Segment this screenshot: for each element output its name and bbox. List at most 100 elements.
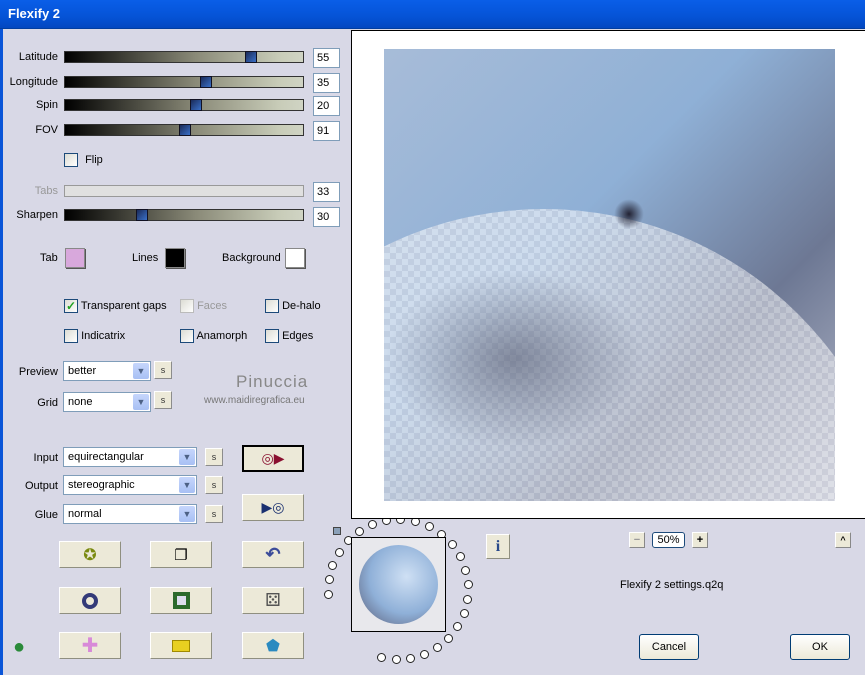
grid-select[interactable]: none ▼	[63, 392, 151, 412]
slider-thumb[interactable]	[245, 51, 258, 63]
grid-s-button[interactable]: s	[154, 391, 172, 409]
slider-thumb[interactable]	[135, 209, 148, 221]
spin-slider[interactable]	[64, 99, 304, 111]
edges-label: Edges	[282, 329, 314, 342]
lines-color-swatch[interactable]	[165, 248, 185, 268]
navigator-dot[interactable]	[420, 649, 430, 659]
cube-net-button[interactable]: ✚	[59, 632, 121, 659]
zoom-out-button[interactable]: −	[629, 532, 645, 548]
dehalo-label: De-halo	[282, 299, 321, 312]
spin-value[interactable]: 20	[313, 96, 340, 116]
chevron-down-icon: ▼	[133, 394, 149, 410]
navigator-dot[interactable]	[459, 608, 469, 618]
edges-checkbox[interactable]: Edges	[265, 329, 313, 343]
longitude-slider[interactable]	[64, 76, 304, 88]
indicatrix-checkbox[interactable]: Indicatrix	[64, 329, 125, 343]
fov-slider[interactable]	[64, 124, 304, 136]
input-select[interactable]: equirectangular ▼	[63, 447, 197, 467]
navigator-dot[interactable]	[377, 652, 387, 662]
navigator-thumbnail[interactable]	[351, 537, 446, 632]
slider-thumb[interactable]	[179, 124, 191, 136]
indicatrix-box[interactable]	[64, 329, 78, 343]
brick-button[interactable]	[150, 632, 212, 659]
navigator-dot[interactable]	[367, 520, 377, 530]
navigator-dot[interactable]	[424, 522, 434, 532]
title-bar: Flexify 2	[0, 0, 865, 29]
polyhedron-button[interactable]: ⬟	[242, 632, 304, 659]
flip-box[interactable]	[64, 153, 78, 167]
longitude-value[interactable]: 35	[313, 73, 340, 93]
random-button[interactable]: ⚄	[242, 587, 304, 614]
navigator-dot[interactable]	[463, 594, 473, 604]
glue-select[interactable]: normal ▼	[63, 504, 197, 524]
dehalo-checkbox[interactable]: De-halo	[265, 299, 321, 313]
brick-icon	[172, 639, 190, 652]
preview-value: better	[68, 365, 97, 377]
indicatrix-label: Indicatrix	[81, 329, 126, 342]
navigator-dot[interactable]	[354, 526, 364, 536]
chevron-down-icon: ▼	[179, 449, 195, 465]
compass-icon: ✪	[83, 546, 97, 564]
glue-s-button[interactable]: s	[205, 505, 223, 523]
transparent-gaps-checkbox[interactable]: ✓ Transparent gaps	[64, 299, 167, 313]
navigator-dot[interactable]	[453, 622, 463, 632]
slider-thumb[interactable]	[190, 99, 203, 111]
grid-value: none	[68, 396, 93, 408]
output-select[interactable]: stereographic ▼	[63, 475, 197, 495]
tab-color-swatch[interactable]	[65, 248, 85, 268]
cancel-button[interactable]: Cancel	[639, 634, 699, 660]
navigator-dot[interactable]	[455, 552, 465, 562]
navigator-dot[interactable]	[391, 654, 401, 664]
tabs-value[interactable]: 33	[313, 182, 340, 202]
latitude-value[interactable]: 55	[313, 48, 340, 68]
load-preset-button[interactable]: ◎▶	[242, 445, 304, 472]
navigator-handle[interactable]	[333, 527, 341, 535]
preview-image[interactable]	[384, 49, 835, 501]
latitude-slider[interactable]	[64, 51, 304, 63]
preview-select[interactable]: better ▼	[63, 361, 151, 381]
disc-arrow-icon: ◎▶	[261, 450, 285, 466]
navigator-dot[interactable]	[444, 633, 454, 643]
navigator-dot[interactable]	[461, 565, 471, 575]
anamorph-box[interactable]	[180, 329, 194, 343]
undo-icon: ↶	[265, 544, 281, 564]
navigator-dot[interactable]	[433, 643, 443, 653]
chevron-down-icon: ▼	[179, 506, 195, 522]
navigator-dot[interactable]	[447, 540, 457, 549]
checkmark-icon[interactable]: ✓	[64, 299, 78, 313]
info-button[interactable]: i	[486, 534, 510, 559]
slider-thumb[interactable]	[199, 76, 212, 88]
input-s-button[interactable]: s	[205, 448, 223, 466]
flip-checkbox[interactable]: Flip	[64, 153, 103, 167]
anamorph-checkbox[interactable]: Anamorph	[180, 329, 247, 343]
cross-icon: ✚	[81, 635, 99, 657]
sharpen-value[interactable]: 30	[313, 207, 340, 227]
sharpen-slider[interactable]	[64, 209, 304, 221]
watermark-url: www.maidiregrafica.eu	[204, 395, 305, 406]
background-color-label: Background	[222, 252, 281, 264]
navigator-dot[interactable]	[406, 653, 416, 663]
fov-value[interactable]: 91	[313, 121, 340, 141]
preview-s-button[interactable]: s	[154, 361, 172, 379]
navigator-dot[interactable]	[328, 561, 338, 571]
copy-button[interactable]: ❐	[150, 541, 212, 568]
save-preset-button[interactable]: ▶◎	[242, 494, 304, 521]
background-color-swatch[interactable]	[285, 248, 305, 268]
collapse-button[interactable]: ^	[835, 532, 851, 548]
faces-checkbox: Faces	[180, 299, 227, 313]
randomize-all-button[interactable]: ✪	[59, 541, 121, 568]
navigator-dot[interactable]	[324, 575, 334, 585]
dehalo-box[interactable]	[265, 299, 279, 313]
navigator-dot[interactable]	[334, 547, 344, 557]
sphere-button[interactable]	[59, 587, 121, 614]
window-title: Flexify 2	[8, 6, 61, 21]
navigator-dot[interactable]	[463, 580, 473, 590]
undo-button[interactable]: ↶	[242, 541, 304, 568]
ok-button[interactable]: OK	[790, 634, 850, 660]
square-button[interactable]	[150, 587, 212, 614]
output-s-button[interactable]: s	[205, 476, 223, 494]
edges-box[interactable]	[265, 329, 279, 343]
zoom-in-button[interactable]: +	[692, 532, 708, 548]
tab-color-label: Tab	[40, 252, 58, 264]
navigator-dot[interactable]	[324, 589, 334, 599]
